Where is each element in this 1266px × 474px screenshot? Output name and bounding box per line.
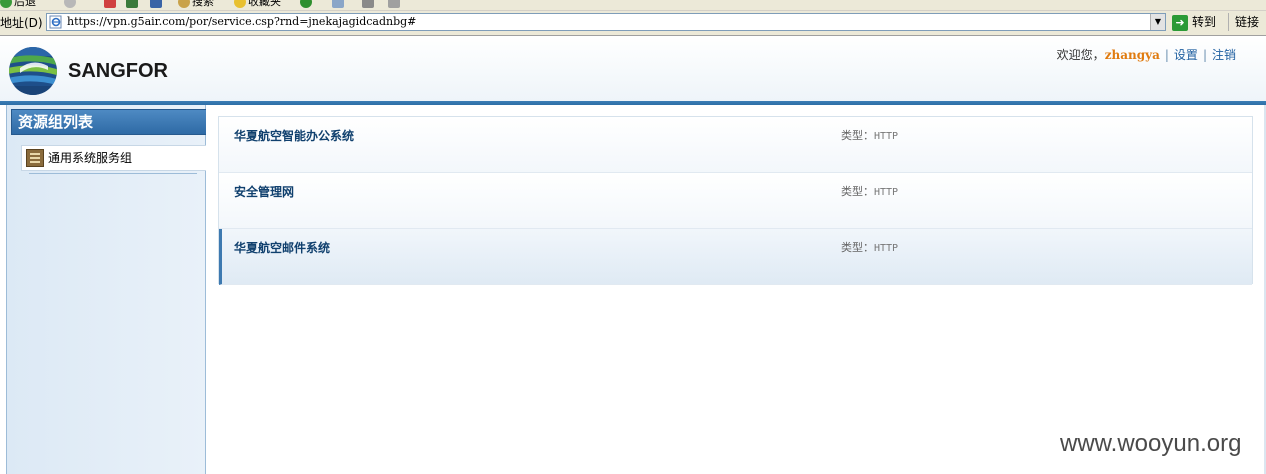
address-url: https://vpn.g5air.com/por/service.csp?rn… [67,15,417,28]
edit-button[interactable] [388,0,402,10]
settings-link[interactable]: 设置 [1174,48,1198,62]
resource-type: 类型：HTTP [841,241,899,254]
resource-row-selected[interactable]: 华夏航空邮件系统 类型：HTTP [219,229,1252,285]
stop-button[interactable] [104,0,118,10]
chevron-down-icon: ▼ [1154,17,1162,26]
back-button[interactable]: 后退 [0,0,36,10]
sangfor-logo-icon [9,47,57,95]
watermark: www.wooyun.org [1060,430,1242,457]
address-input[interactable]: https://vpn.g5air.com/por/service.csp?rn… [46,13,1166,31]
search-icon [178,0,190,8]
go-arrow-icon: ➜ [1172,14,1188,31]
mail-icon [332,0,344,8]
forward-arrow-icon [64,0,76,8]
resource-name[interactable]: 华夏航空邮件系统 [234,239,330,256]
sidebar-item-label: 通用系统服务组 [48,151,133,165]
go-button[interactable]: ➜ 转到 [1172,13,1216,31]
print-icon [362,0,374,8]
home-icon [150,0,162,8]
mail-button[interactable] [332,0,346,10]
resource-name[interactable]: 华夏航空智能办公系统 [234,127,354,144]
sidebar: 资源组列表 通用系统服务组 [6,105,207,474]
back-arrow-icon [0,0,12,8]
favorites-star-icon [234,0,246,8]
resource-type: 类型：HTTP [841,185,899,198]
resource-list: 华夏航空智能办公系统 类型：HTTP 安全管理网 类型：HTTP 华夏航空邮件系… [218,116,1253,285]
logout-link[interactable]: 注销 [1212,48,1236,62]
server-group-icon [26,149,44,167]
edit-icon [388,0,400,8]
resource-type: 类型：HTTP [841,129,899,142]
main-content: 华夏航空智能办公系统 类型：HTTP 安全管理网 类型：HTTP 华夏航空邮件系… [206,105,1266,474]
forward-button[interactable] [64,0,78,10]
home-button[interactable] [150,0,164,10]
resource-row[interactable]: 华夏航空智能办公系统 类型：HTTP [219,117,1252,173]
brand-name: SANGFOR [68,60,168,82]
stop-icon [104,0,116,8]
separator: | [1202,48,1207,62]
address-label: 地址(D) [0,16,43,30]
sidebar-title: 资源组列表 [11,109,207,135]
welcome-text: 欢迎您， [1056,48,1105,62]
address-dropdown-button[interactable]: ▼ [1150,14,1165,30]
separator: | [1164,48,1169,62]
resource-name[interactable]: 安全管理网 [234,183,294,200]
refresh-icon [126,0,138,8]
user-bar: 欢迎您，zhangya | 设置 | 注销 [1057,46,1236,63]
ie-page-icon [49,15,62,29]
page-header: SANGFOR 欢迎您，zhangya | 设置 | 注销 [0,36,1266,102]
sidebar-item-underline [29,173,197,174]
media-button[interactable] [300,0,314,10]
username: zhangya [1104,48,1160,62]
media-icon [300,0,312,8]
refresh-button[interactable] [126,0,140,10]
favorites-button[interactable]: 收藏夹 [234,0,281,10]
browser-toolbar: 后退 搜索 收藏夹 [0,0,1266,11]
search-button[interactable]: 搜索 [178,0,214,10]
print-button[interactable] [362,0,376,10]
resource-row[interactable]: 安全管理网 类型：HTTP [219,173,1252,229]
sidebar-item-general-services[interactable]: 通用系统服务组 [21,145,207,171]
links-button[interactable]: 链接 [1228,13,1259,31]
address-bar: 地址(D) https://vpn.g5air.com/por/service.… [0,11,1266,36]
